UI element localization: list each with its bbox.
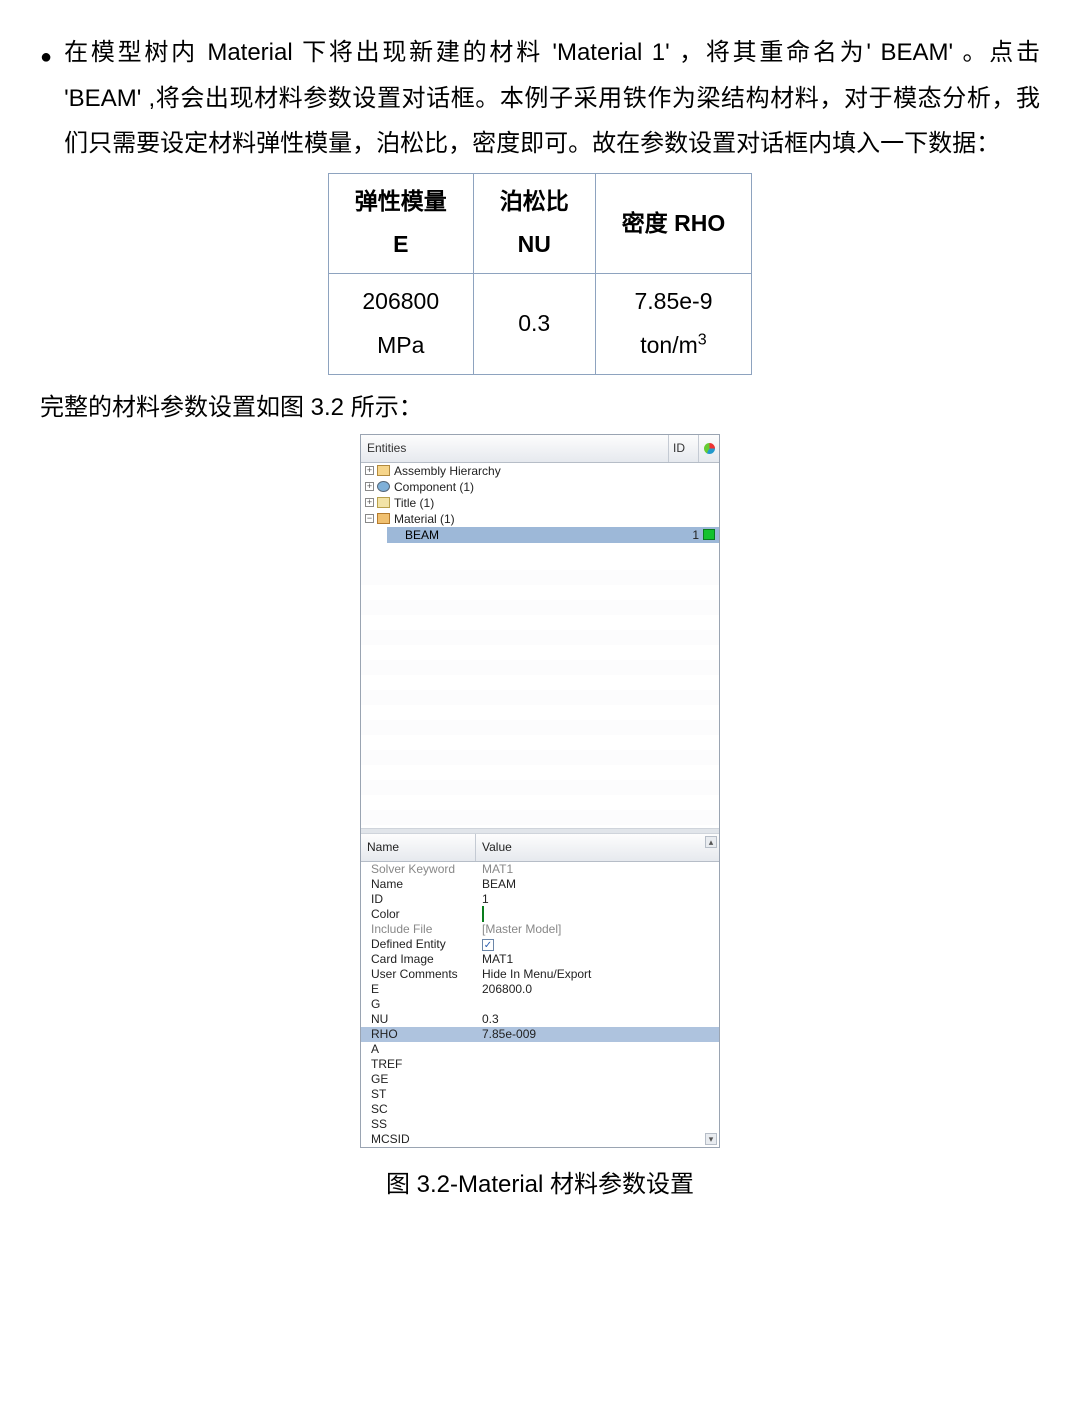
bullet-item: ● 在模型树内 Material 下将出现新建的材料 'Material 1' … [40, 30, 1040, 167]
collapse-icon[interactable]: − [365, 514, 374, 523]
expand-icon[interactable]: + [365, 498, 374, 507]
tree-node-icon [377, 481, 390, 492]
bullet-marker: ● [40, 38, 52, 167]
material-param-table: 弹性模量E 泊松比NU 密度 RHO 206800MPa 0.3 7.85e-9… [328, 173, 753, 375]
td-rho: 7.85e-9 ton/m3 [595, 274, 752, 374]
expand-icon[interactable]: + [365, 466, 374, 475]
hypermesh-screenshot: Entities ID +Assembly Hierarchy+Componen… [360, 434, 720, 1148]
property-value: 206800.0 [482, 982, 532, 996]
tree-node-icon [377, 513, 390, 524]
scroll-up-button[interactable]: ▴ [705, 836, 717, 848]
props-header-name[interactable]: Name [361, 834, 476, 861]
pie-icon [704, 443, 715, 454]
property-name: MCSID [361, 1128, 476, 1151]
tree-header-id[interactable]: ID [669, 435, 699, 462]
th-rho: 密度 RHO [595, 173, 752, 273]
tree-header-entities[interactable]: Entities [361, 435, 669, 462]
scroll-down-button[interactable]: ▾ [705, 1133, 717, 1145]
tree-item-beam[interactable]: BEAM 1 [387, 527, 719, 543]
td-e: 206800MPa [328, 274, 473, 374]
figure-caption: 图 3.2-Material 材料参数设置 [40, 1162, 1040, 1208]
color-swatch[interactable] [703, 529, 715, 540]
td-nu: 0.3 [473, 274, 595, 374]
th-nu: 泊松比NU [473, 173, 595, 273]
property-panel: ▴ Name Value Solver KeywordMAT1NameBEAMI… [361, 834, 719, 1147]
tree-body[interactable]: +Assembly Hierarchy+Component (1)+Title … [361, 463, 719, 828]
property-row[interactable]: MCSID [361, 1132, 719, 1147]
props-header-value[interactable]: Value [476, 834, 719, 861]
th-e: 弹性模量E [328, 173, 473, 273]
tree-item-id: 1 [673, 524, 703, 547]
expand-icon[interactable]: + [365, 482, 374, 491]
tree-item-label: BEAM [403, 524, 673, 547]
tree-node-icon [377, 465, 390, 476]
tree-header-color[interactable] [699, 435, 719, 462]
property-value: 7.85e-009 [482, 1027, 536, 1041]
bullet-text: 在模型树内 Material 下将出现新建的材料 'Material 1' ，将… [64, 30, 1040, 167]
caption-line: 完整的材料参数设置如图 3.2 所示： [40, 385, 1040, 431]
tree-node-icon [377, 497, 390, 508]
tree-header: Entities ID [361, 435, 719, 463]
